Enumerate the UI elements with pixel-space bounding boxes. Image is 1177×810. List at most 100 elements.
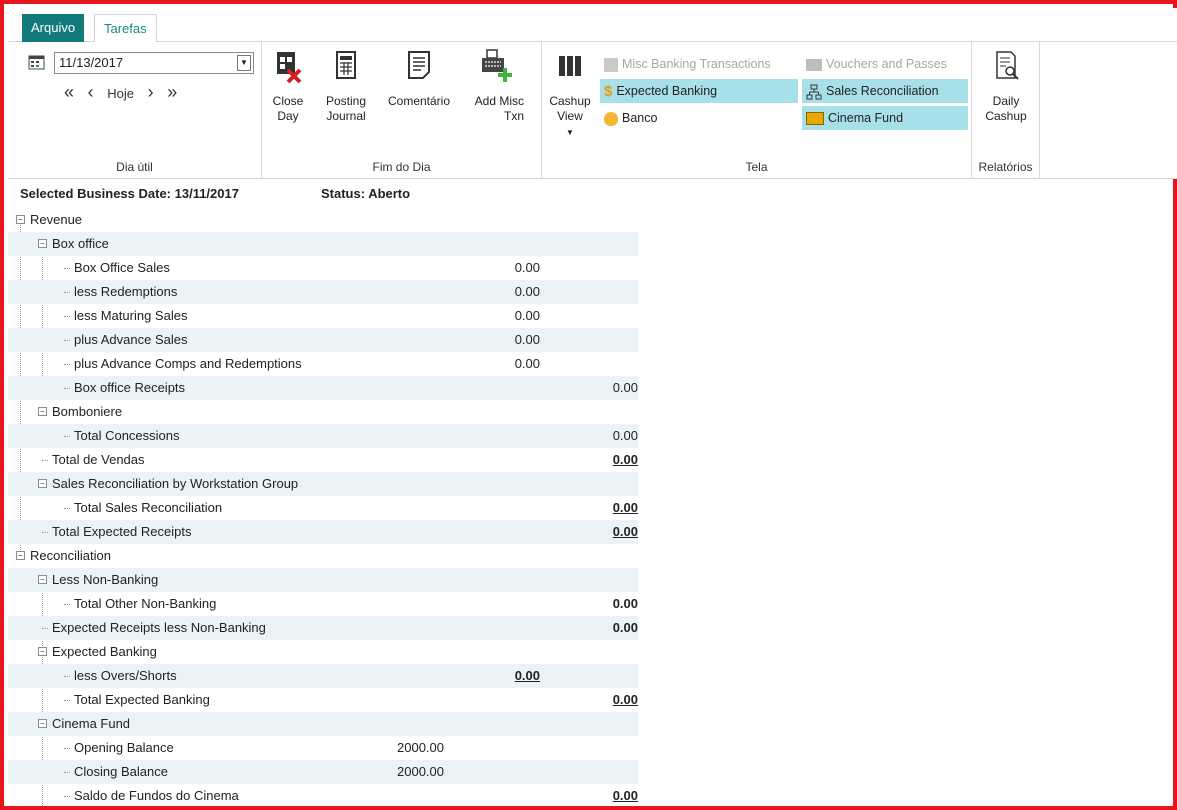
tree-guide xyxy=(64,340,70,341)
collapse-icon[interactable]: − xyxy=(38,719,47,728)
posting-journal-label: Posting Journal xyxy=(325,94,367,123)
daily-cashup-button[interactable]: Daily Cashup xyxy=(982,48,1030,124)
expected-banking-label: Expected Banking xyxy=(616,84,718,98)
comment-label: Comentário xyxy=(387,94,451,108)
cashup-view-button[interactable]: Cashup View ▼ xyxy=(546,48,594,140)
row-value: 0.00 xyxy=(514,284,540,299)
tree-row-bomboniere[interactable]: − Bomboniere xyxy=(8,400,638,424)
chevron-down-icon[interactable]: ▼ xyxy=(237,55,251,71)
tree-row[interactable]: less Overs/Shorts 0.00 xyxy=(8,664,638,688)
row-label: less Redemptions xyxy=(74,284,178,299)
cash-icon xyxy=(806,112,824,126)
tree-row-reconciliation[interactable]: − Reconciliation xyxy=(8,544,638,568)
row-label: Reconciliation xyxy=(30,548,111,563)
row-label: Less Non-Banking xyxy=(52,572,159,587)
row-value: 0.00 xyxy=(514,332,540,347)
tree-row[interactable]: Total Concessions 0.00 xyxy=(8,424,638,448)
tree-row-expected-banking[interactable]: − Expected Banking xyxy=(8,640,638,664)
group-business-day: 11/13/2017 ▼ « ‹ Hoje › » Dia útil xyxy=(8,42,262,178)
collapse-icon[interactable]: − xyxy=(38,407,47,416)
tree-row[interactable]: Total de Vendas 0.00 xyxy=(8,448,638,472)
banco-view-button[interactable]: Banco xyxy=(600,106,798,130)
tree-row[interactable]: Total Expected Banking 0.00 xyxy=(8,688,638,712)
misc-banking-transactions-button[interactable]: Misc Banking Transactions xyxy=(600,52,798,76)
posting-journal-button[interactable]: Posting Journal xyxy=(318,48,374,124)
collapse-icon[interactable]: − xyxy=(38,479,47,488)
row-label: Total Sales Reconciliation xyxy=(74,500,223,515)
today-button[interactable]: Hoje xyxy=(107,86,134,101)
close-day-button[interactable]: Close Day xyxy=(270,48,306,124)
row-label: Total de Vendas xyxy=(52,452,145,467)
comment-button[interactable]: Comentário xyxy=(380,48,458,109)
tree-row[interactable]: less Maturing Sales 0.00 xyxy=(8,304,638,328)
row-value: 0.00 xyxy=(612,692,638,707)
misc-banking-label: Misc Banking Transactions xyxy=(622,57,771,71)
row-value: 0.00 xyxy=(612,788,638,803)
tree-row[interactable]: Box Office Sales 0.00 xyxy=(8,256,638,280)
tree-row[interactable]: Total Other Non-Banking 0.00 xyxy=(8,592,638,616)
add-misc-txn-button[interactable]: Add Misc Txn xyxy=(468,48,524,124)
tree-guide xyxy=(64,748,70,749)
collapse-icon[interactable]: − xyxy=(16,551,25,560)
row-label: less Overs/Shorts xyxy=(74,668,177,683)
cinema-fund-view-button[interactable]: Cinema Fund xyxy=(802,106,968,130)
row-value: 2000.00 xyxy=(397,764,444,779)
tree-row[interactable]: plus Advance Sales 0.00 xyxy=(8,328,638,352)
first-day-button[interactable]: « xyxy=(64,82,74,103)
selected-business-date: Selected Business Date: 13/11/2017 xyxy=(20,186,239,201)
expected-banking-view-button[interactable]: $ Expected Banking xyxy=(600,79,798,103)
row-label: Cinema Fund xyxy=(52,716,131,731)
tree-row-sales-reconciliation[interactable]: − Sales Reconciliation by Workstation Gr… xyxy=(8,472,638,496)
tree-row[interactable]: Box office Receipts 0.00 xyxy=(8,376,638,400)
tree-row-cinema-fund[interactable]: − Cinema Fund xyxy=(8,712,638,736)
tree-guide xyxy=(42,532,48,533)
tree-row[interactable]: Total Expected Receipts 0.00 xyxy=(8,520,638,544)
tree-row-box-office[interactable]: − Box office xyxy=(8,232,638,256)
posting-journal-icon xyxy=(336,51,356,79)
tree-guide xyxy=(64,700,70,701)
row-label: Total Expected Banking xyxy=(74,692,210,707)
report-search-icon xyxy=(996,51,1019,80)
sales-reconciliation-view-button[interactable]: Sales Reconciliation xyxy=(802,79,968,103)
document-icon xyxy=(408,51,430,79)
row-label: Closing Balance xyxy=(74,764,168,779)
cinema-fund-label: Cinema Fund xyxy=(828,111,904,125)
business-date-picker[interactable]: 11/13/2017 ▼ xyxy=(54,52,254,74)
banco-label: Banco xyxy=(622,111,658,125)
row-label: plus Advance Sales xyxy=(74,332,188,347)
calendar-icon[interactable] xyxy=(28,54,46,70)
collapse-icon[interactable]: − xyxy=(38,575,47,584)
tree-row-less-non-banking[interactable]: − Less Non-Banking xyxy=(8,568,638,592)
tree-row[interactable]: Total Sales Reconciliation 0.00 xyxy=(8,496,638,520)
collapse-icon[interactable]: − xyxy=(16,215,25,224)
tree-row[interactable]: Saldo de Fundos do Cinema 0.00 xyxy=(8,784,638,808)
collapse-icon[interactable]: − xyxy=(38,239,47,248)
sales-reconciliation-label: Sales Reconciliation xyxy=(826,84,939,98)
row-label: Box Office Sales xyxy=(74,260,170,275)
next-day-button[interactable]: › xyxy=(148,82,154,103)
row-label: Sales Reconciliation by Workstation Grou… xyxy=(52,476,299,491)
row-value: 0.00 xyxy=(514,308,540,323)
row-label: Opening Balance xyxy=(74,740,174,755)
tree-guide xyxy=(64,268,70,269)
collapse-icon[interactable]: − xyxy=(38,647,47,656)
tree-row[interactable]: Closing Balance 2000.00 xyxy=(8,760,638,784)
row-label: Total Other Non-Banking xyxy=(74,596,217,611)
close-day-label: Close Day xyxy=(272,94,304,123)
daily-cashup-label: Daily Cashup xyxy=(985,94,1027,123)
dollar-icon: $ xyxy=(604,82,613,100)
tree-guide xyxy=(64,292,70,293)
vouchers-passes-button[interactable]: Vouchers and Passes xyxy=(802,52,968,76)
bank-icon xyxy=(604,57,618,72)
tree-row[interactable]: Opening Balance 2000.00 xyxy=(8,736,638,760)
tab-tarefas[interactable]: Tarefas xyxy=(94,14,157,43)
last-day-button[interactable]: » xyxy=(167,82,177,103)
cashup-report: Selected Business Date: 13/11/2017 Statu… xyxy=(8,180,1177,810)
tree-row[interactable]: less Redemptions 0.00 xyxy=(8,280,638,304)
tree-guide xyxy=(64,772,70,773)
tree-row-revenue[interactable]: − Revenue xyxy=(8,208,638,232)
previous-day-button[interactable]: ‹ xyxy=(88,82,94,103)
tab-arquivo[interactable]: Arquivo xyxy=(22,14,85,42)
tree-row[interactable]: Expected Receipts less Non-Banking 0.00 xyxy=(8,616,638,640)
tree-row[interactable]: plus Advance Comps and Redemptions 0.00 xyxy=(8,352,638,376)
